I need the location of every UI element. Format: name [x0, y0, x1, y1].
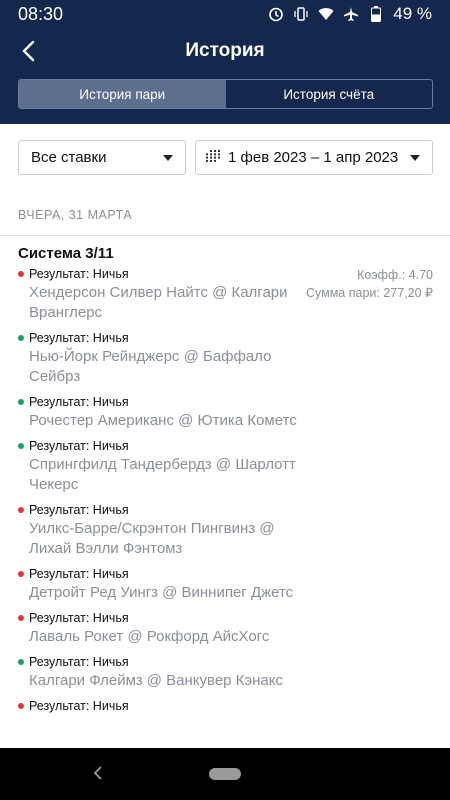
calendar-icon	[206, 149, 220, 166]
event-result: Результат: Ничья	[29, 439, 129, 453]
event-result: Результат: Ничья	[29, 267, 129, 281]
status-dot-won	[18, 659, 24, 665]
bet-event-item: Результат: Ничья Нью-Йорк Рейнджерс @ Баф…	[18, 330, 318, 387]
battery-percent: 49 %	[393, 4, 432, 23]
status-dot-lost	[18, 703, 24, 709]
vibrate-icon	[293, 6, 309, 22]
bet-event-item: Результат: Ничья	[18, 698, 318, 714]
bet-event-item: Результат: Ничья Уилкс-Барре/Скрэнтон Пин…	[18, 502, 318, 559]
event-result: Результат: Ничья	[29, 611, 129, 625]
event-match: Хендерсон Силвер Найтс @ Калгари Врангле…	[29, 284, 288, 321]
status-dot-won	[18, 443, 24, 449]
bet-event-item: Результат: Ничья Лаваль Рокет @ Рокфорд А…	[18, 610, 318, 647]
system-back-button[interactable]	[90, 762, 106, 784]
event-result: Результат: Ничья	[29, 567, 129, 581]
divider	[0, 235, 450, 236]
page-title: История	[185, 40, 265, 61]
bet-event-item: Результат: Ничья Спрингфилд Тандербердз @…	[18, 438, 318, 495]
event-match: Нью-Йорк Рейнджерс @ Баффало Сейбрз	[29, 348, 272, 385]
system-home-button[interactable]	[209, 768, 241, 780]
section-date-header: ВЧЕРА, 31 МАРТА	[18, 208, 133, 222]
bet-type-dropdown[interactable]: Все ставки	[18, 140, 186, 175]
event-result: Результат: Ничья	[29, 655, 129, 669]
date-range-dropdown[interactable]: 1 фев 2023 – 1 апр 2023	[195, 140, 433, 175]
wifi-icon	[318, 6, 334, 22]
battery-icon	[368, 6, 384, 22]
bet-events-list: Результат: Ничья Хендерсон Силвер Найтс @…	[18, 266, 318, 714]
bet-event-item: Результат: Ничья Рочестер Американс @ Юти…	[18, 394, 318, 431]
bet-event-item: Результат: Ничья Калгари Флеймз @ Ванкуве…	[18, 654, 318, 691]
bet-coefficient: Коэфф.: 4.70	[357, 268, 433, 282]
event-result: Результат: Ничья	[29, 395, 129, 409]
status-time: 08:30	[18, 4, 64, 24]
event-match: Лаваль Рокет @ Рокфорд АйсХогс	[29, 628, 270, 645]
status-dot-won	[18, 335, 24, 341]
tab-account-history[interactable]: История счёта	[226, 80, 433, 108]
status-dot-lost	[18, 571, 24, 577]
status-icons: 49 %	[268, 4, 432, 24]
event-match: Спрингфилд Тандербердз @ Шарлотт Чекерс	[29, 456, 296, 493]
event-match: Детройт Ред Уингз @ Виннипег Джетс	[29, 584, 294, 601]
event-match: Уилкс-Барре/Скрэнтон Пингвинз @ Лихай Вэ…	[29, 520, 275, 557]
alarm-icon	[268, 6, 284, 22]
event-match: Рочестер Американс @ Ютика Кометс	[29, 412, 297, 429]
chevron-down-icon	[163, 155, 173, 161]
status-dot-won	[18, 399, 24, 405]
event-result: Результат: Ничья	[29, 699, 129, 713]
event-result: Результат: Ничья	[29, 503, 129, 517]
history-tabs: История пари История счёта	[18, 79, 433, 109]
chevron-down-icon	[410, 155, 420, 161]
event-result: Результат: Ничья	[29, 331, 129, 345]
app-header: 08:30 49 % История История пари История …	[0, 0, 450, 124]
status-dot-lost	[18, 507, 24, 513]
bet-event-item: Результат: Ничья Детройт Ред Уингз @ Винн…	[18, 566, 318, 603]
status-dot-lost	[18, 271, 24, 277]
system-navigation-bar	[0, 748, 450, 800]
bet-stake: Сумма пари: 277,20 ₽	[305, 286, 433, 300]
bet-event-item: Результат: Ничья Хендерсон Силвер Найтс @…	[18, 266, 318, 323]
status-dot-lost	[18, 615, 24, 621]
bet-meta: Коэфф.: 4.70 Сумма пари: 277,20 ₽	[306, 266, 433, 302]
nav-bar: История	[0, 30, 450, 76]
event-match: Калгари Флеймз @ Ванкувер Кэнакс	[29, 672, 283, 689]
bet-type-value: Все ставки	[31, 149, 107, 166]
status-bar: 08:30 49 %	[0, 0, 450, 30]
date-range-value: 1 фев 2023 – 1 апр 2023	[228, 149, 399, 166]
filters-row: Все ставки 1 фев 2023 – 1 апр 2023	[18, 140, 433, 175]
tab-bet-history[interactable]: История пари	[19, 80, 226, 108]
airplane-icon	[343, 6, 359, 22]
bet-title[interactable]: Система 3/11	[18, 245, 114, 262]
